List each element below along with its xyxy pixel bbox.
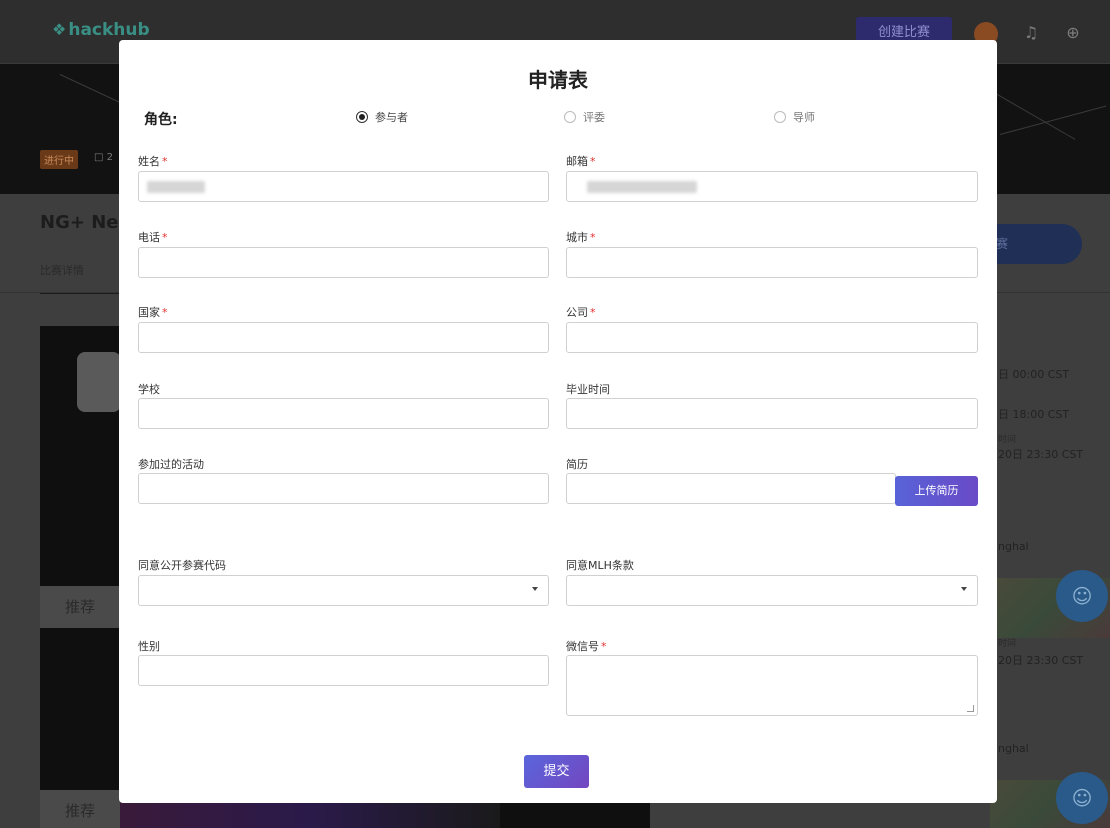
email-label: 邮箱 *: [566, 155, 596, 168]
resize-handle-icon[interactable]: [967, 705, 974, 712]
globe-icon[interactable]: ⊕: [1062, 22, 1084, 44]
phone-label: 电话 *: [138, 231, 168, 244]
open-code-label: 同意公开参赛代码: [138, 559, 226, 572]
end-time: 日 18:00 CST: [998, 408, 1070, 421]
card-artwork: [120, 800, 500, 828]
graduation-label: 毕业时间: [566, 383, 610, 396]
gender-field[interactable]: [138, 655, 549, 686]
page-title: NG+ Nex: [40, 212, 131, 233]
recommend-button[interactable]: 推荐: [40, 586, 120, 628]
name-field[interactable]: [138, 171, 549, 202]
deadline-time: 20日 23:30 CST: [998, 448, 1084, 461]
phone-field[interactable]: [138, 247, 549, 278]
application-form-modal: 申请表 角色: 参与者 评委 导师 姓名 * 邮箱 * 电话 * 城市 * 国家 * 公司…: [119, 40, 997, 803]
logo-text: hackhub: [68, 20, 150, 40]
mlh-terms-select[interactable]: [566, 575, 978, 606]
radio-unchecked-icon: [774, 111, 786, 123]
country-label: 国家 *: [138, 306, 168, 319]
role-label-judge: 评委: [583, 111, 605, 124]
role-label-participant: 参与者: [375, 111, 408, 124]
resume-field[interactable]: [566, 473, 896, 504]
city-field[interactable]: [566, 247, 978, 278]
tab-details[interactable]: 比赛详情: [40, 262, 120, 294]
mlh-terms-label: 同意MLH条款: [566, 559, 634, 572]
graduation-field[interactable]: [566, 398, 978, 429]
school-label: 学校: [138, 383, 160, 396]
time-label-2: 时间: [998, 639, 1017, 649]
caret-down-icon: [532, 587, 538, 591]
company-label: 公司 *: [566, 306, 596, 319]
role-radio-participant[interactable]: 参与者: [356, 109, 408, 125]
open-code-select[interactable]: [138, 575, 549, 606]
caret-down-icon: [961, 587, 967, 591]
submit-button[interactable]: 提交: [524, 755, 589, 788]
gender-label: 性别: [138, 640, 160, 653]
activities-label: 参加过的活动: [138, 458, 204, 471]
recommend-button-2[interactable]: 推荐: [40, 790, 120, 828]
logo-icon: ❖: [52, 20, 67, 39]
activities-field[interactable]: [138, 473, 549, 504]
wechat-label: 微信号 *: [566, 640, 607, 653]
upload-resume-button[interactable]: 上传简历: [895, 476, 978, 506]
start-time: 日 00:00 CST: [998, 368, 1070, 381]
bell-icon[interactable]: ♫: [1020, 22, 1042, 44]
hackhub-logo[interactable]: ❖ hackhub: [52, 20, 150, 40]
country-field[interactable]: [138, 322, 549, 353]
role-label: 角色:: [144, 112, 178, 128]
panda-logo-icon: [77, 352, 121, 412]
name-label: 姓名 *: [138, 155, 168, 168]
radio-unchecked-icon: [564, 111, 576, 123]
deadline-time-2: 20日 23:30 CST: [998, 654, 1084, 667]
wechat-textarea[interactable]: [566, 655, 978, 716]
chat-icon[interactable]: ☺: [1056, 570, 1108, 622]
city-text: nghal: [998, 540, 1029, 553]
school-field[interactable]: [138, 398, 549, 429]
status-date: □ 2: [94, 152, 113, 163]
join-button[interactable]: 赛: [990, 224, 1082, 264]
time-label: 时间: [998, 435, 1017, 445]
city-label: 城市 *: [566, 231, 596, 244]
modal-title: 申请表: [528, 68, 588, 92]
role-label-mentor: 导师: [793, 111, 815, 124]
company-field[interactable]: [566, 322, 978, 353]
status-badge: 进行中: [40, 150, 78, 169]
city-text-2: nghal: [998, 742, 1029, 755]
role-radio-judge[interactable]: 评委: [564, 109, 605, 125]
role-radio-mentor[interactable]: 导师: [774, 109, 815, 125]
radio-checked-icon: [356, 111, 368, 123]
resume-label: 简历: [566, 458, 588, 471]
chat-icon-2[interactable]: ☺: [1056, 772, 1108, 824]
email-field[interactable]: [566, 171, 978, 202]
